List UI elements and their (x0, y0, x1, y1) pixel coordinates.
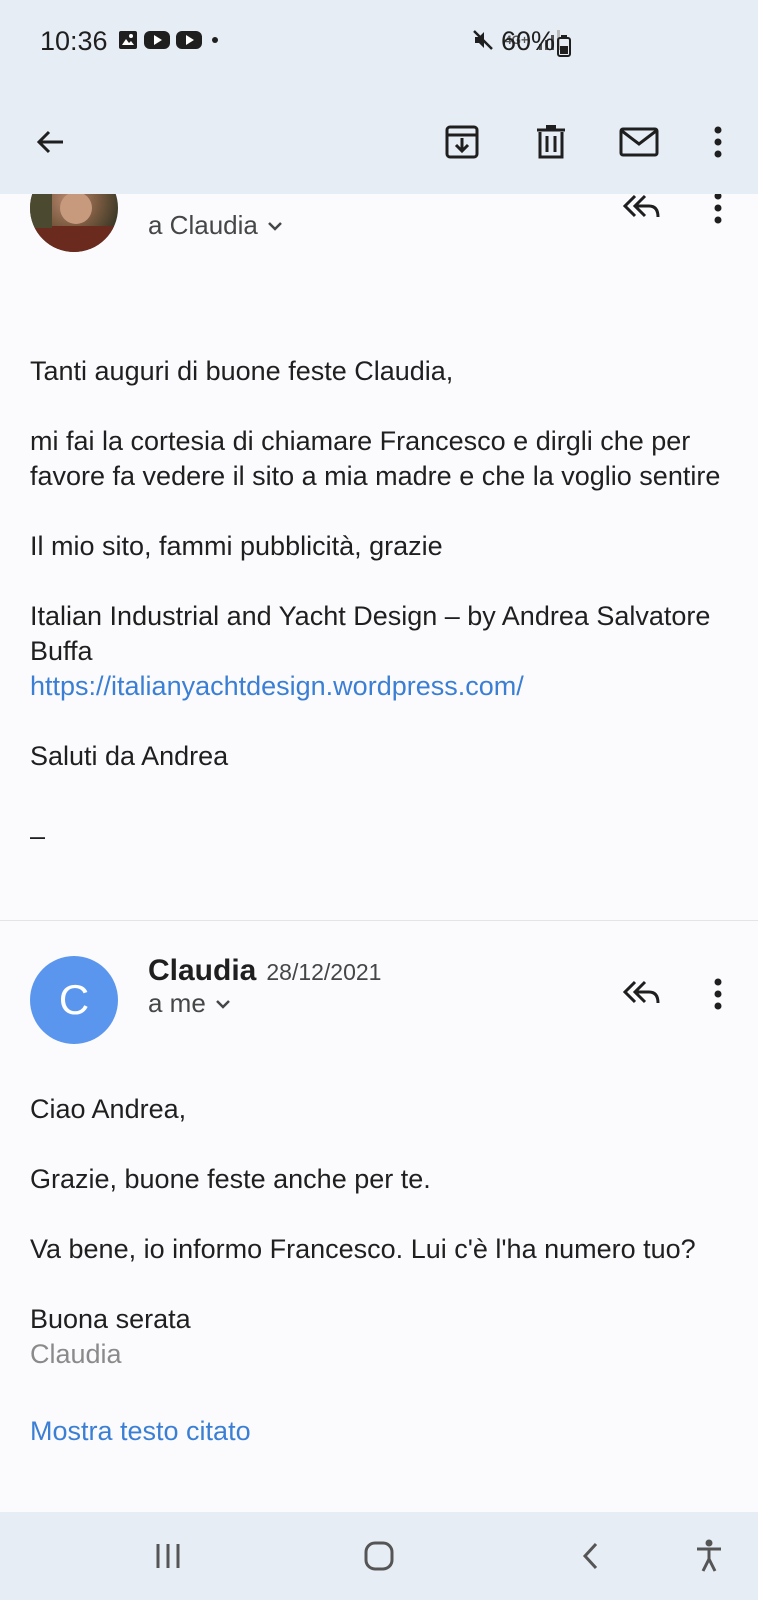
home-button[interactable] (355, 1532, 403, 1580)
recipient-label: a Claudia (148, 210, 258, 240)
message-body: Tanti auguri di buone feste Claudia, mi … (30, 354, 730, 854)
home-icon (364, 1541, 394, 1571)
message-more-button[interactable] (694, 194, 742, 232)
closing: Saluti da Andrea (30, 741, 229, 771)
sender-avatar[interactable] (30, 194, 118, 252)
archive-button[interactable] (434, 114, 490, 170)
delete-icon (537, 125, 565, 159)
signature: Claudia (30, 1339, 122, 1369)
more-vert-icon (714, 194, 722, 224)
accessibility-button[interactable] (685, 1532, 733, 1580)
recipient-dropdown[interactable]: a me (148, 988, 232, 1019)
youtube-icon (176, 31, 202, 49)
signature-separator: – (30, 821, 46, 851)
recent-apps-button[interactable] (144, 1532, 192, 1580)
dot-icon (212, 37, 218, 43)
mark-unread-icon (619, 127, 659, 157)
thread-content: a Claudia Tanti auguri di buone feste Cl… (0, 194, 758, 1512)
back-button[interactable] (22, 114, 78, 170)
avatar-letter: C (58, 976, 90, 1023)
archive-icon (445, 125, 479, 159)
recipient-dropdown[interactable]: a Claudia (148, 210, 284, 241)
mark-unread-button[interactable] (611, 114, 667, 170)
body-line: Va bene, io informo Francesco. Lui c'è l… (30, 1234, 696, 1264)
recent-apps-icon (156, 1544, 180, 1568)
nav-back-button[interactable] (567, 1532, 615, 1580)
accessibility-icon (697, 1539, 721, 1572)
show-quoted-text-link[interactable]: Mostra testo citato (30, 1414, 730, 1449)
reply-all-button[interactable] (617, 970, 665, 1018)
more-vert-icon (714, 126, 722, 158)
site-link[interactable]: https://italianyachtdesign.wordpress.com… (30, 669, 730, 704)
battery-level: 60% (501, 26, 556, 56)
delete-button[interactable] (523, 114, 579, 170)
avatar-photo-image (30, 194, 118, 252)
message-more-button[interactable] (694, 970, 742, 1018)
back-icon (36, 130, 63, 154)
mute-icon (473, 30, 493, 50)
sender-avatar[interactable]: C (30, 956, 118, 1044)
status-time: 10:36 (40, 26, 108, 56)
sender-name: Claudia (148, 954, 257, 987)
greeting: Ciao Andrea, (30, 1094, 187, 1124)
reply-all-icon (622, 194, 660, 218)
status-bar: 10:36 4G+ 60% (0, 0, 758, 90)
body-line: Grazie, buone feste anche per te. (30, 1164, 431, 1194)
reply-all-button[interactable] (617, 194, 665, 232)
battery-icon (557, 35, 571, 57)
reply-all-icon (622, 980, 660, 1004)
recipient-label: a me (148, 988, 206, 1018)
chevron-down-icon (215, 999, 230, 1009)
email-toolbar (0, 90, 758, 194)
more-vert-icon (714, 978, 722, 1010)
chevron-left-icon (582, 1542, 598, 1570)
message-divider (0, 920, 758, 921)
system-nav-bar (0, 1512, 758, 1600)
closing: Buona serata (30, 1304, 191, 1334)
greeting: Tanti auguri di buone feste Claudia, (30, 356, 454, 386)
paragraph: mi fai la cortesia di chiamare Francesco… (30, 426, 721, 491)
sender-line: Claudia 28/12/2021 (148, 954, 381, 988)
site-title: Italian Industrial and Yacht Design – by… (30, 601, 711, 666)
gallery-icon (119, 31, 137, 49)
notification-icons (118, 30, 222, 50)
chevron-down-icon (267, 221, 282, 231)
site-line: Il mio sito, fammi pubblicità, grazie (30, 531, 443, 561)
more-options-button[interactable] (690, 114, 746, 170)
message-date: 28/12/2021 (266, 959, 382, 985)
youtube-icon (144, 31, 170, 49)
message-body: Ciao Andrea, Grazie, buone feste anche p… (30, 1092, 730, 1449)
